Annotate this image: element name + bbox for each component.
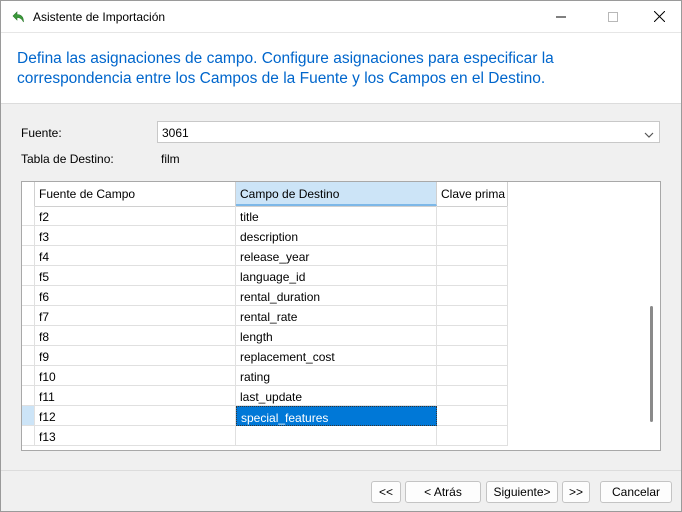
source-field-cell[interactable]: f10	[35, 366, 236, 386]
first-page-button[interactable]: <<	[371, 481, 401, 503]
title-bar: Asistente de Importación	[1, 1, 681, 33]
dest-field-cell[interactable]: rental_duration	[236, 286, 437, 306]
dest-table-value: film	[161, 152, 180, 166]
column-header-source-field[interactable]: Fuente de Campo	[35, 182, 236, 206]
field-mapping-grid[interactable]: Fuente de Campo Campo de Destino Clave p…	[21, 181, 661, 451]
row-indicator[interactable]	[22, 366, 35, 386]
primary-key-cell[interactable]	[437, 266, 508, 286]
row-indicator[interactable]	[22, 306, 35, 326]
table-row[interactable]: f7 rental_rate	[22, 306, 508, 326]
dest-field-cell[interactable]	[236, 426, 437, 446]
primary-key-cell[interactable]	[437, 366, 508, 386]
table-row[interactable]: f3 description	[22, 226, 508, 246]
vertical-scrollbar[interactable]	[643, 182, 660, 450]
table-row[interactable]: f5 language_id	[22, 266, 508, 286]
source-field-cell[interactable]: f3	[35, 226, 236, 246]
row-indicator[interactable]	[22, 426, 35, 446]
table-row[interactable]: f8 length	[22, 326, 508, 346]
table-row[interactable]: f11 last_update	[22, 386, 508, 406]
source-dropdown[interactable]: 3061	[157, 121, 660, 143]
table-row[interactable]: f12 special_features	[22, 406, 508, 426]
dest-field-cell[interactable]: rental_rate	[236, 306, 437, 326]
dest-field-cell[interactable]: length	[236, 326, 437, 346]
primary-key-cell[interactable]	[437, 286, 508, 306]
source-field-cell[interactable]: f2	[35, 206, 236, 226]
table-row[interactable]: f4 release_year	[22, 246, 508, 266]
primary-key-cell[interactable]	[437, 346, 508, 366]
wizard-header: Defina las asignaciones de campo. Config…	[1, 33, 681, 104]
source-field-cell[interactable]: f5	[35, 266, 236, 286]
source-field-cell[interactable]: f9	[35, 346, 236, 366]
table-row[interactable]: f6 rental_duration	[22, 286, 508, 306]
row-indicator[interactable]	[22, 386, 35, 406]
dest-field-cell[interactable]: description	[236, 226, 437, 246]
source-field-cell[interactable]: f11	[35, 386, 236, 406]
table-row[interactable]: f13	[22, 426, 508, 446]
dest-table-label: Tabla de Destino:	[21, 152, 114, 166]
primary-key-cell[interactable]	[437, 386, 508, 406]
dest-field-cell[interactable]: language_id	[236, 266, 437, 286]
cancel-button[interactable]: Cancelar	[600, 481, 672, 503]
dest-field-cell[interactable]: rating	[236, 366, 437, 386]
source-value: 3061	[162, 126, 189, 140]
source-field-cell[interactable]: f4	[35, 246, 236, 266]
row-indicator[interactable]	[22, 286, 35, 306]
primary-key-cell[interactable]	[437, 226, 508, 246]
window-title: Asistente de Importación	[33, 10, 166, 24]
row-indicator[interactable]	[22, 346, 35, 366]
row-indicator[interactable]	[22, 326, 35, 346]
primary-key-cell[interactable]	[437, 326, 508, 346]
scrollbar-thumb[interactable]	[650, 306, 653, 422]
row-indicator[interactable]	[22, 246, 35, 266]
row-indicator[interactable]	[22, 406, 35, 426]
primary-key-cell[interactable]	[437, 246, 508, 266]
dest-field-cell[interactable]: replacement_cost	[236, 346, 437, 366]
source-field-cell[interactable]: f12	[35, 406, 236, 426]
row-indicator[interactable]	[22, 266, 35, 286]
last-page-button[interactable]: >>	[562, 481, 590, 503]
primary-key-cell[interactable]	[437, 206, 508, 226]
next-button[interactable]: Siguiente>	[486, 481, 558, 503]
column-header-dest-field[interactable]: Campo de Destino	[236, 182, 437, 206]
source-field-cell[interactable]: f13	[35, 426, 236, 446]
instruction-text: Defina las asignaciones de campo. Config…	[17, 50, 554, 87]
minimize-button[interactable]	[541, 1, 581, 32]
table-row[interactable]: f10 rating	[22, 366, 508, 386]
back-button[interactable]: < Atrás	[405, 481, 481, 503]
primary-key-cell[interactable]	[437, 406, 508, 426]
source-field-cell[interactable]: f8	[35, 326, 236, 346]
source-field-cell[interactable]: f6	[35, 286, 236, 306]
dest-field-cell[interactable]: last_update	[236, 386, 437, 406]
undo-arrow-icon	[11, 9, 27, 25]
dest-field-cell[interactable]: special_features	[236, 406, 437, 426]
primary-key-cell[interactable]	[437, 306, 508, 326]
header-indicator	[22, 182, 35, 206]
chevron-down-icon	[644, 128, 654, 142]
import-wizard-window: Asistente de Importación Defina las asig…	[0, 0, 682, 512]
primary-key-cell[interactable]	[437, 426, 508, 446]
grid-header: Fuente de Campo Campo de Destino Clave p…	[22, 182, 508, 207]
close-button[interactable]	[639, 1, 679, 32]
column-header-primary-key[interactable]: Clave prima	[437, 182, 508, 206]
dest-field-cell[interactable]: release_year	[236, 246, 437, 266]
footer-divider	[1, 470, 681, 471]
dest-field-cell[interactable]: title	[236, 206, 437, 226]
maximize-button[interactable]	[593, 1, 633, 32]
table-row[interactable]: f2 title	[22, 206, 508, 226]
row-indicator[interactable]	[22, 206, 35, 226]
source-field-cell[interactable]: f7	[35, 306, 236, 326]
source-label: Fuente:	[21, 126, 62, 140]
table-row[interactable]: f9 replacement_cost	[22, 346, 508, 366]
row-indicator[interactable]	[22, 226, 35, 246]
